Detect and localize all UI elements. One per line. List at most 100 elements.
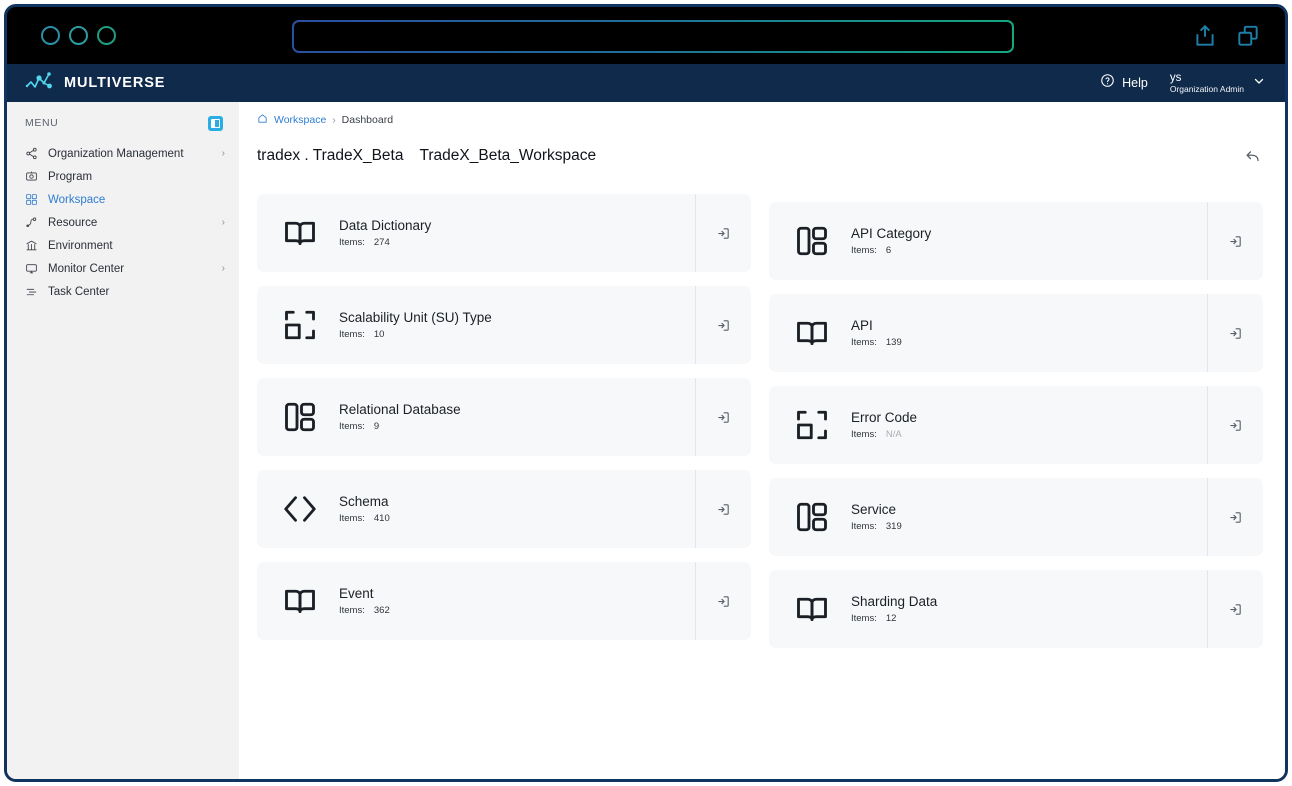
main-content: Workspace › Dashboard tradex . TradeX_Be… [239,102,1285,779]
sidebar-nav: Organization Management › Program Workspace… [7,142,239,303]
chevron-right-icon[interactable]: › [222,217,225,228]
header-right-group: Help ys Organization Admin [1100,72,1285,95]
dashboard-card[interactable]: Scalability Unit (SU) Type Items: 10 [257,286,751,364]
browser-chrome [7,7,1285,64]
enter-arrow-icon[interactable] [695,562,751,640]
card-meta: Items: N/A [851,429,917,440]
dashboard-card[interactable]: Schema Items: 410 [257,470,751,548]
dashboard-card[interactable]: Relational Database Items: 9 [257,378,751,456]
card-text: Relational Database Items: 9 [339,402,461,432]
items-count: 319 [885,521,902,532]
enter-arrow-icon[interactable] [695,194,751,272]
sidebar-collapse-toggle[interactable] [208,115,223,131]
target-icon [25,170,38,183]
dashboard-card[interactable]: Error Code Items: N/A [769,386,1263,464]
help-button[interactable]: Help [1100,73,1148,93]
share-icon[interactable] [1192,23,1218,49]
card-title: Service [851,502,897,517]
breadcrumb-workspace[interactable]: Workspace [274,114,326,126]
book-icon [279,580,321,622]
chevron-right-icon[interactable]: › [222,263,225,274]
resource-icon [25,216,38,229]
enter-arrow-icon[interactable] [1207,202,1263,280]
sidebar-item-label: Resource [48,216,98,229]
user-role: Organization Admin [1169,83,1244,94]
items-label: Items: [339,329,365,340]
sidebar-item-workspace[interactable]: Workspace [7,188,239,211]
enter-arrow-icon[interactable] [695,286,751,364]
url-input[interactable] [294,22,1012,51]
breadcrumb-separator: › [332,114,336,126]
dashboard-card[interactable]: Service Items: 319 [769,478,1263,556]
browser-window: MULTIVERSE Help ys Organization Admin ME… [4,4,1288,782]
user-name: ys [1169,71,1182,84]
dashboard-card[interactable]: Sharding Data Items: 12 [769,570,1263,648]
sidebar-item-program[interactable]: Program [7,165,239,188]
card-title: Relational Database [339,402,461,417]
url-bar[interactable] [292,20,1014,53]
items-count: 139 [885,337,902,348]
items-label: Items: [851,521,877,532]
window-traffic-lights [41,26,116,45]
items-label: Items: [339,237,365,248]
sidebar-item-resource[interactable]: Resource › [7,211,239,234]
grid-apps-icon [25,193,38,206]
maximize-window-button[interactable] [97,26,116,45]
card-meta: Items: 6 [851,245,931,256]
sidebar-item-task-center[interactable]: Task Center [7,280,239,303]
dashboard-card[interactable]: API Category Items: 6 [769,202,1263,280]
brand-logo[interactable]: MULTIVERSE [7,70,165,97]
sidebar-item-environment[interactable]: Environment [7,234,239,257]
card-title: API [851,318,873,333]
card-meta: Items: 410 [339,513,390,524]
chevron-right-icon[interactable]: › [222,148,225,159]
browser-actions [1192,23,1261,49]
page-title-row: tradex . TradeX_Beta TradeX_Beta_Workspa… [239,127,1285,167]
enter-arrow-icon[interactable] [1207,478,1263,556]
user-menu[interactable]: ys Organization Admin [1170,72,1265,95]
sidebar-item-monitor-center[interactable]: Monitor Center › [7,257,239,280]
enter-arrow-icon[interactable] [695,378,751,456]
card-title: Error Code [851,410,918,425]
menu-label: MENU [25,117,59,129]
question-circle-icon [1100,73,1115,93]
sidebar-item-organization-management[interactable]: Organization Management › [7,142,239,165]
enter-arrow-icon[interactable] [1207,386,1263,464]
items-label: Items: [339,421,365,432]
minimize-window-button[interactable] [69,26,88,45]
undo-arrow-icon[interactable] [1241,145,1263,167]
monitor-icon [25,262,38,275]
enter-arrow-icon[interactable] [1207,570,1263,648]
enter-arrow-icon[interactable] [1207,294,1263,372]
card-meta: Items: 139 [851,337,902,348]
page-title: TradeX_Beta_Workspace [419,147,597,164]
layout-blocks-icon [279,396,321,438]
duplicate-tab-icon[interactable] [1235,23,1261,49]
items-count: N/A [885,429,902,440]
sidebar-item-label: Task Center [48,285,110,298]
items-count: 362 [373,605,390,616]
card-meta: Items: 9 [339,421,461,432]
items-label: Items: [339,513,365,524]
code-brackets-icon [279,488,321,530]
card-title: Data Dictionary [339,218,432,233]
sidebar-item-label: Environment [48,239,113,252]
dashboard-card[interactable]: API Items: 139 [769,294,1263,372]
chevron-down-icon[interactable] [1253,74,1265,92]
brand-name: MULTIVERSE [64,75,166,91]
dashboard-card[interactable]: Data Dictionary Items: 274 [257,194,751,272]
items-label: Items: [851,337,877,348]
card-meta: Items: 12 [851,613,937,624]
card-title: Sharding Data [851,594,938,609]
tasks-icon [25,285,38,298]
multiverse-nodes-icon [25,70,55,97]
card-title: Scalability Unit (SU) Type [339,310,492,325]
close-window-button[interactable] [41,26,60,45]
sidebar-header: MENU [7,110,239,136]
card-meta: Items: 10 [339,329,492,340]
home-icon [257,113,268,127]
dashboard-card[interactable]: Event Items: 362 [257,562,751,640]
enter-arrow-icon[interactable] [695,470,751,548]
page-title-prefix: tradex . TradeX_Beta [257,147,404,164]
card-meta: Items: 362 [339,605,390,616]
